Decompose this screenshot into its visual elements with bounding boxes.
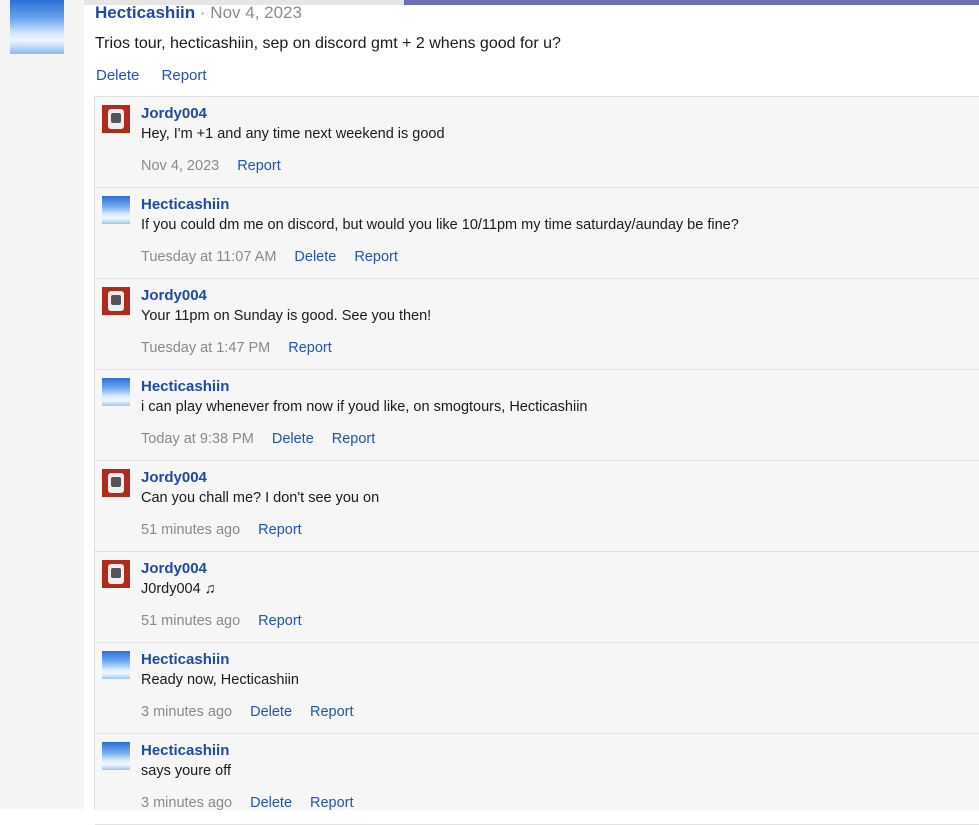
comment-item: Hecticashiin If you could dm me on discor… <box>95 188 979 279</box>
post-text: Trios tour, hecticashiin, sep on discord… <box>95 35 561 52</box>
comment-item: Hecticashiin Ready now, Hecticashiin 3 min… <box>95 643 979 734</box>
comment-avatar[interactable] <box>102 287 130 315</box>
comment-text: Ready now, Hecticashiin <box>141 672 299 688</box>
comment-meta: 3 minutes ago Delete Report <box>141 704 372 720</box>
post-delete-link[interactable]: Delete <box>96 67 139 84</box>
post-header: Hecticashiin · Nov 4, 2023 <box>95 3 302 23</box>
comment-text: i can play whenever from now if youd lik… <box>141 399 588 415</box>
comment-item: Hecticashiin i can play whenever from now… <box>95 370 979 461</box>
comment-text: J0rdy004 ♫ <box>141 581 216 597</box>
robot-face-icon <box>108 473 124 493</box>
comment-text: says youre off <box>141 763 232 779</box>
comment-text: Hey, I'm +1 and any time next weekend is… <box>141 126 445 142</box>
comment-timestamp[interactable]: Tuesday at 11:07 AM <box>141 249 276 265</box>
comment-avatar[interactable] <box>102 742 130 770</box>
comment-author[interactable]: Jordy004 <box>141 469 207 486</box>
post-actions: Delete Report <box>96 67 207 84</box>
comment-timestamp[interactable]: Nov 4, 2023 <box>141 158 219 174</box>
comment-item: Jordy004 Can you chall me? I don't see yo… <box>95 461 979 552</box>
left-sidebar <box>0 0 84 809</box>
post-author-avatar[interactable] <box>10 0 64 54</box>
comment-report-link[interactable]: Report <box>258 522 302 538</box>
comment-avatar[interactable] <box>102 651 130 679</box>
comment-item: Hecticashiin says youre off 3 minutes ago D… <box>95 734 979 825</box>
comment-meta: Tuesday at 1:47 PM Report <box>141 340 350 356</box>
comment-timestamp[interactable]: 51 minutes ago <box>141 613 240 629</box>
comment-author[interactable]: Jordy004 <box>141 105 207 122</box>
post-separator: · <box>199 3 206 22</box>
comment-meta: Tuesday at 11:07 AM Delete Report <box>141 249 416 265</box>
comment-author[interactable]: Jordy004 <box>141 560 207 577</box>
comment-meta: Nov 4, 2023 Report <box>141 158 299 174</box>
post-date[interactable]: Nov 4, 2023 <box>210 3 302 22</box>
comment-avatar[interactable] <box>102 378 130 406</box>
comment-avatar[interactable] <box>102 469 130 497</box>
comment-text: Your 11pm on Sunday is good. See you the… <box>141 308 432 324</box>
comment-report-link[interactable]: Report <box>237 158 281 174</box>
comment-author[interactable]: Hecticashiin <box>141 742 229 759</box>
comment-meta: 51 minutes ago Report <box>141 613 320 629</box>
comment-timestamp[interactable]: Tuesday at 1:47 PM <box>141 340 270 356</box>
robot-face-icon <box>108 291 124 311</box>
comment-avatar[interactable] <box>102 196 130 224</box>
comment-item: Jordy004 Your 11pm on Sunday is good. See… <box>95 279 979 370</box>
comment-delete-link[interactable]: Delete <box>250 704 292 720</box>
comment-delete-link[interactable]: Delete <box>294 249 336 265</box>
robot-face-icon <box>108 109 124 129</box>
comment-author[interactable]: Hecticashiin <box>141 196 229 213</box>
comment-report-link[interactable]: Report <box>310 704 354 720</box>
comment-report-link[interactable]: Report <box>288 340 332 356</box>
robot-face-icon <box>108 564 124 584</box>
comment-avatar[interactable] <box>102 105 130 133</box>
comment-text: If you could dm me on discord, but would… <box>141 217 739 233</box>
comment-report-link[interactable]: Report <box>258 613 302 629</box>
comment-delete-link[interactable]: Delete <box>272 431 314 447</box>
comment-author[interactable]: Hecticashiin <box>141 651 229 668</box>
comment-meta: Today at 9:38 PM Delete Report <box>141 431 393 447</box>
comment-item: Jordy004 Hey, I'm +1 and any time next we… <box>95 97 979 188</box>
comment-meta: 51 minutes ago Report <box>141 522 320 538</box>
comment-report-link[interactable]: Report <box>354 249 398 265</box>
comment-timestamp[interactable]: 3 minutes ago <box>141 704 232 720</box>
comment-author[interactable]: Jordy004 <box>141 287 207 304</box>
top-accent-bar <box>404 0 979 5</box>
comment-text: Can you chall me? I don't see you on <box>141 490 380 506</box>
post-author-name[interactable]: Hecticashiin <box>95 3 195 22</box>
comment-avatar[interactable] <box>102 560 130 588</box>
post-report-link[interactable]: Report <box>162 67 207 84</box>
comment-timestamp[interactable]: 51 minutes ago <box>141 522 240 538</box>
comment-report-link[interactable]: Report <box>332 431 376 447</box>
comment-item: Jordy004 J0rdy004 ♫ 51 minutes ago Report <box>95 552 979 643</box>
comment-list: Jordy004 Hey, I'm +1 and any time next we… <box>94 96 979 825</box>
comment-timestamp[interactable]: Today at 9:38 PM <box>141 431 254 447</box>
comment-author[interactable]: Hecticashiin <box>141 378 229 395</box>
